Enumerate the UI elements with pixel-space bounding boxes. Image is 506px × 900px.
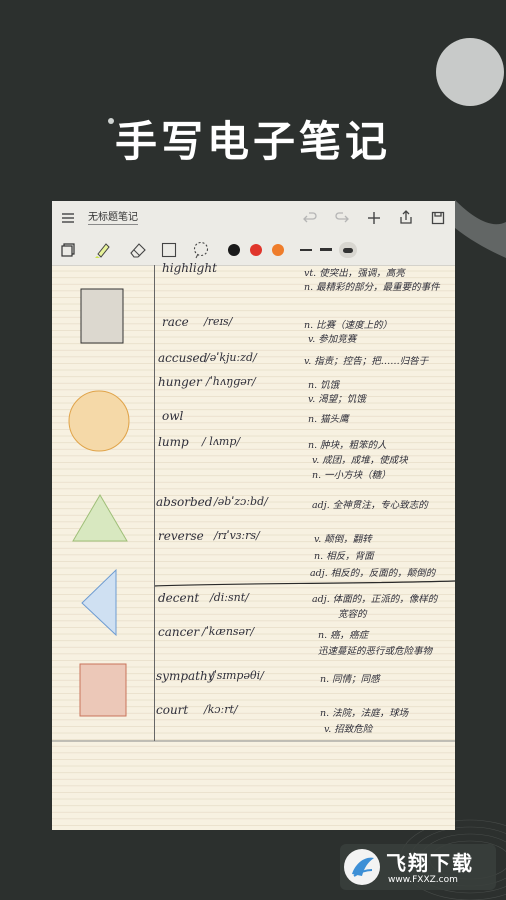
note-ipa: /ˈkænsər/: [202, 625, 255, 638]
note-word: accused: [158, 351, 208, 365]
note-definition: adj. 全神贯注，专心致志的: [312, 500, 428, 511]
share-icon[interactable]: [398, 209, 414, 225]
note-word: lump: [158, 435, 189, 449]
note-ipa: /rɪˈvɜːrs/: [214, 529, 260, 542]
watermark-badge: 飞翔下载 www.FXXZ.com: [340, 844, 496, 890]
rectangle-shape: [80, 288, 124, 344]
note-definition: n. 相反，背面: [314, 551, 374, 562]
color-red[interactable]: [250, 244, 262, 256]
note-word: decent: [158, 591, 200, 605]
headline: 手写电子笔记: [114, 117, 391, 166]
stroke-thin[interactable]: [300, 249, 312, 251]
margin-line: [154, 265, 155, 741]
note-definition: adj. 体面的，正派的，像样的: [312, 594, 438, 605]
left-triangle-shape: [81, 568, 117, 637]
stroke-medium[interactable]: [320, 248, 332, 251]
note-word: court: [156, 703, 189, 717]
note-word: reverse: [158, 529, 204, 543]
note-ipa: /ˈsɪmpəθi/: [210, 669, 264, 682]
document-title[interactable]: 无标题笔记: [88, 211, 138, 225]
watermark-url: www.FXXZ.com: [388, 875, 458, 885]
pages-icon[interactable]: [60, 242, 76, 258]
note-definition: n. 肿块，粗笨的人: [308, 440, 387, 451]
note-definition: n. 法院，法庭，球场: [320, 708, 409, 719]
plus-icon[interactable]: [366, 210, 382, 226]
note-word: absorbed: [156, 495, 213, 509]
note-word: highlight: [162, 261, 217, 275]
color-black[interactable]: [228, 244, 240, 256]
triangle-shape: [72, 494, 128, 542]
note-ipa: /kɔːrt/: [204, 703, 238, 716]
notebook-page[interactable]: highlight vt. 使突出，强调，高亮 n. 最精彩的部分，最重要的事件…: [52, 261, 455, 830]
note-definition: n. 癌，癌症: [318, 630, 369, 641]
note-ipa: /diːsnt/: [210, 591, 249, 604]
save-icon[interactable]: [430, 210, 446, 226]
eraser-icon[interactable]: [128, 240, 148, 260]
color-orange[interactable]: [272, 244, 284, 256]
note-ipa: /əbˈzɔːbd/: [214, 495, 268, 508]
note-ipa: / lʌmp/: [202, 435, 241, 448]
note-definition: v. 指责；控告；把……归咎于: [304, 356, 429, 367]
note-definition: n. 猫头鹰: [308, 414, 349, 425]
note-definition: adj. 相反的，反面的，颠倒的: [310, 568, 436, 579]
note-word: race: [162, 315, 189, 329]
lasso-icon[interactable]: [192, 241, 210, 259]
note-definition: v. 成团，成堆，使成块: [312, 455, 408, 466]
undo-icon[interactable]: [302, 210, 318, 226]
note-word: hunger: [158, 375, 202, 389]
note-definition: n. 饥饿: [308, 380, 340, 391]
note-word: cancer: [158, 625, 200, 639]
stroke-thick[interactable]: [339, 242, 357, 258]
note-definition: v. 颠倒，翻转: [314, 534, 372, 545]
shapes-column: [68, 288, 130, 717]
note-definition: n. 同情；同感: [320, 674, 380, 685]
note-definition: 迅速蔓延的恶行或危险事物: [318, 646, 433, 657]
square-shape: [79, 663, 127, 717]
menu-icon[interactable]: [60, 210, 76, 226]
note-definition: n. 比赛（速度上的）: [304, 320, 393, 331]
tool-bar: [52, 235, 455, 266]
watermark-brand: 飞翔下载: [386, 851, 474, 875]
shape-icon[interactable]: [160, 241, 178, 259]
note-ipa: /reɪs/: [204, 315, 233, 328]
note-ipa: /əˈkjuːzd/: [206, 351, 257, 364]
circle-shape: [68, 390, 130, 452]
note-word: sympathy: [156, 669, 215, 683]
note-definition: v. 参加竞赛: [308, 334, 357, 345]
note-ipa: /ˈhʌŋɡər/: [206, 375, 256, 388]
note-word: owl: [162, 409, 184, 423]
title-bar: 无标题笔记: [52, 201, 455, 236]
note-definition: n. 最精彩的部分，最重要的事件: [304, 282, 440, 293]
note-definition: v. 招致危险: [324, 724, 373, 735]
note-definition: vt. 使突出，强调，高亮: [304, 268, 405, 279]
highlighter-icon[interactable]: [92, 240, 112, 260]
redo-icon[interactable]: [334, 210, 350, 226]
note-definition: 宽容的: [338, 609, 367, 620]
note-definition: v. 渴望；饥饿: [308, 394, 366, 405]
app-window: 无标题笔记 highlight vt. 使突出，强调，高亮 n. 最精彩的部分，…: [52, 201, 455, 830]
note-definition: n. 一小方块（糖）: [312, 470, 391, 481]
